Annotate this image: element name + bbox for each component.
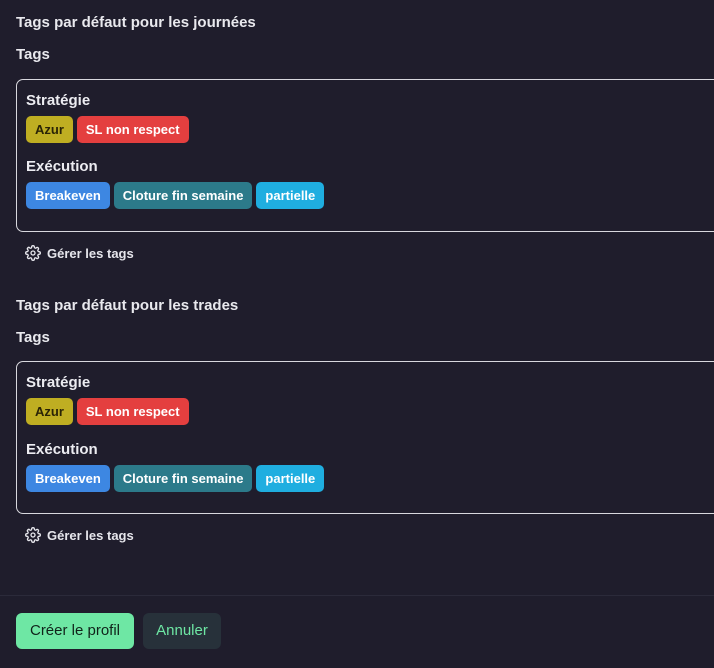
gear-icon bbox=[25, 527, 41, 543]
tag-sl-non-respect[interactable]: SL non respect bbox=[76, 398, 189, 425]
tag-cloture-fin-semaine[interactable]: Cloture fin semaine bbox=[113, 182, 253, 209]
tags-label-trades: Tags bbox=[16, 329, 50, 346]
tag-row-strategie: Azur SL non respect bbox=[26, 398, 189, 425]
tag-breakeven[interactable]: Breakeven bbox=[26, 465, 110, 492]
section-title-trades: Tags par défaut pour les trades bbox=[16, 297, 239, 314]
tags-label-days: Tags bbox=[16, 46, 50, 63]
manage-tags-button-trades[interactable]: Gérer les tags bbox=[25, 527, 134, 543]
tag-box-days: Stratégie Azur SL non respect Exécution … bbox=[16, 79, 714, 232]
section-title-days: Tags par défaut pour les journées bbox=[16, 14, 256, 31]
create-profile-button[interactable]: Créer le profil bbox=[16, 613, 134, 649]
group-title-strategie: Stratégie bbox=[26, 374, 91, 391]
gear-icon bbox=[25, 245, 41, 261]
tag-row-strategie: Azur SL non respect bbox=[26, 116, 189, 143]
group-title-strategie: Stratégie bbox=[26, 92, 91, 109]
tag-partielle[interactable]: partielle bbox=[256, 465, 325, 492]
group-title-execution: Exécution bbox=[26, 158, 98, 175]
tag-azur[interactable]: Azur bbox=[26, 398, 73, 425]
tag-cloture-fin-semaine[interactable]: Cloture fin semaine bbox=[113, 465, 253, 492]
tag-partielle[interactable]: partielle bbox=[256, 182, 325, 209]
footer-divider bbox=[0, 595, 714, 596]
tag-box-trades: Stratégie Azur SL non respect Exécution … bbox=[16, 361, 714, 514]
cancel-button[interactable]: Annuler bbox=[143, 613, 221, 649]
tag-row-execution: Breakeven Cloture fin semaine partielle bbox=[26, 182, 325, 209]
tag-sl-non-respect[interactable]: SL non respect bbox=[76, 116, 189, 143]
group-title-execution: Exécution bbox=[26, 441, 98, 458]
manage-tags-label: Gérer les tags bbox=[47, 245, 134, 261]
tag-breakeven[interactable]: Breakeven bbox=[26, 182, 110, 209]
manage-tags-button-days[interactable]: Gérer les tags bbox=[25, 245, 134, 261]
tag-row-execution: Breakeven Cloture fin semaine partielle bbox=[26, 465, 325, 492]
manage-tags-label: Gérer les tags bbox=[47, 527, 134, 543]
tag-azur[interactable]: Azur bbox=[26, 116, 73, 143]
